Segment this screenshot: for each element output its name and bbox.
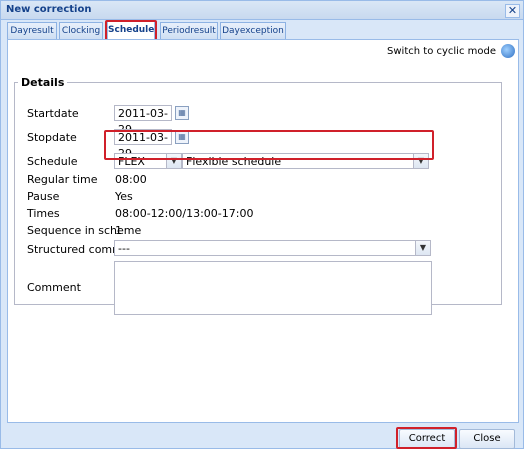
schedule-highlight — [104, 130, 434, 160]
tab-periodresult[interactable]: Periodresult — [160, 22, 218, 39]
title-bar[interactable]: New correction ✕ — [1, 1, 523, 20]
correct-button-highlight — [396, 427, 457, 449]
times-label: Times — [27, 207, 60, 220]
tab-dayexception[interactable]: Dayexception — [220, 22, 286, 39]
startdate-label: Startdate — [27, 107, 79, 120]
comment-textarea[interactable] — [114, 261, 432, 315]
cyclic-mode-link[interactable]: Switch to cyclic mode — [387, 46, 496, 57]
pause-label: Pause — [27, 190, 60, 203]
regular-time-value: 08:00 — [115, 173, 147, 186]
window-title: New correction — [6, 4, 92, 15]
chevron-down-icon[interactable]: ▼ — [415, 241, 430, 255]
close-icon[interactable]: ✕ — [505, 4, 520, 18]
tab-clocking[interactable]: Clocking — [59, 22, 103, 39]
calendar-icon[interactable]: ▦ — [175, 106, 189, 120]
comment-label: Comment — [27, 281, 81, 294]
refresh-icon[interactable] — [501, 44, 515, 58]
details-fieldset: Details Startdate 2011-03-29 ▦ Stopdate … — [14, 76, 502, 315]
structured-comment-select[interactable]: --- ▼ — [114, 240, 431, 256]
times-value: 08:00-12:00/13:00-17:00 — [115, 207, 254, 220]
pause-value: Yes — [115, 190, 133, 203]
regular-time-label: Regular time — [27, 173, 98, 186]
sequence-label: Sequence in scheme — [27, 224, 142, 237]
stopdate-label: Stopdate — [27, 131, 77, 144]
schedule-label: Schedule — [27, 155, 78, 168]
details-legend: Details — [21, 76, 65, 89]
close-button[interactable]: Close — [459, 429, 515, 449]
tab-dayresult[interactable]: Dayresult — [7, 22, 57, 39]
correction-window: New correction ✕ Dayresult Clocking Sche… — [0, 0, 524, 449]
schedule-panel: Switch to cyclic mode Details Startdate … — [7, 39, 519, 423]
sequence-value: 1 — [115, 224, 122, 237]
startdate-field[interactable]: 2011-03-29 — [114, 105, 172, 136]
structured-comment-value: --- — [118, 242, 130, 255]
